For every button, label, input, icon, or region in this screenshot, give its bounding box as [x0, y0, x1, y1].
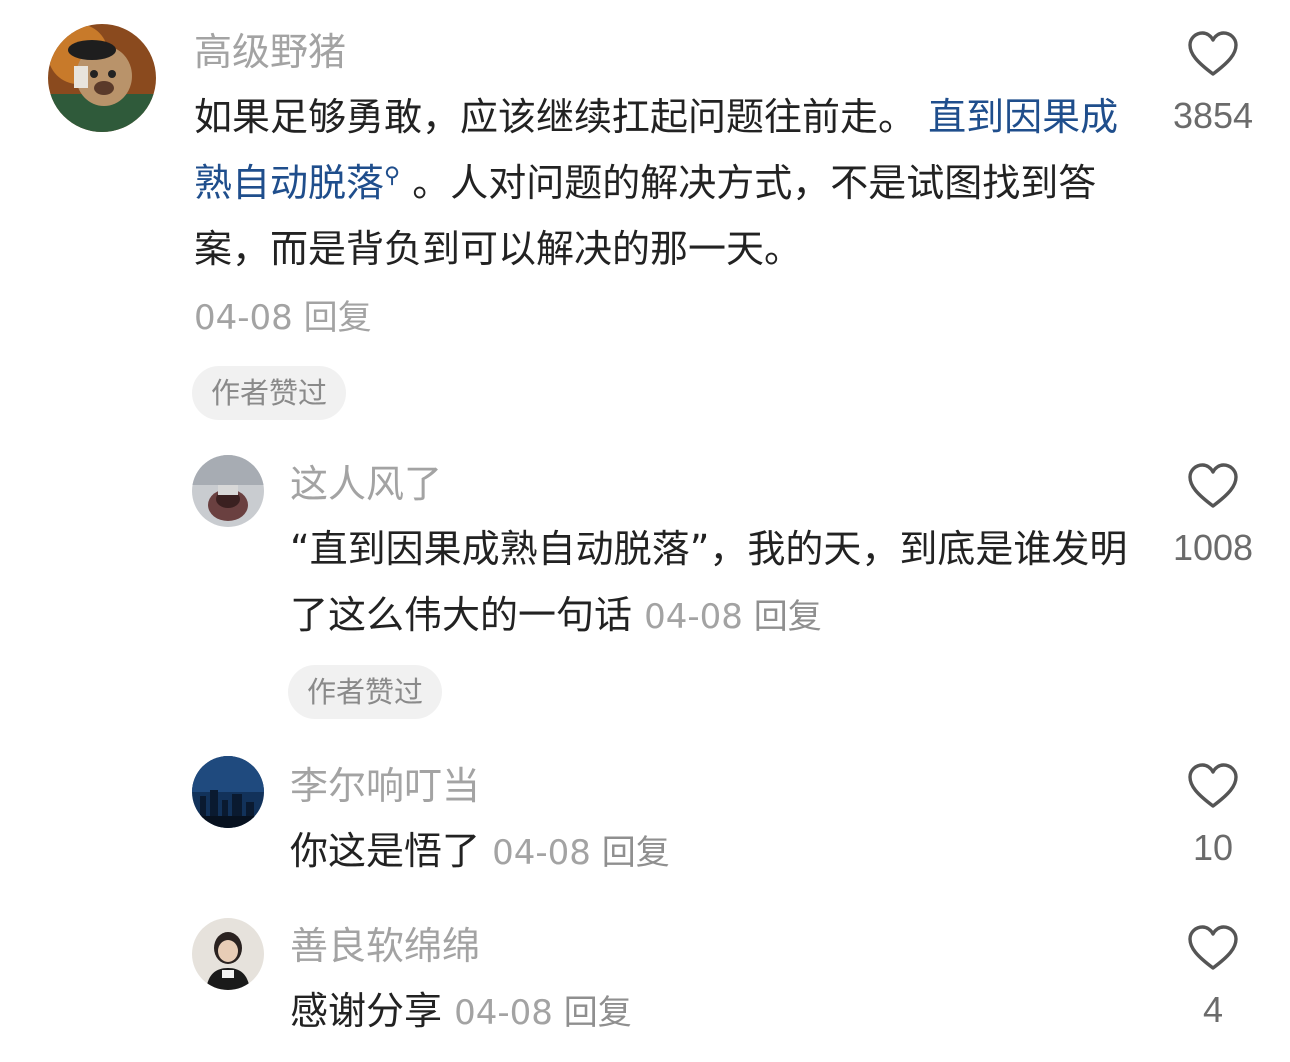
comment-text: 如果足够勇敢，应该继续扛起问题往前走。 直到因果成熟自动脱落⚲ 。人对问题的解决… — [194, 95, 1119, 271]
comment-text: “直到因果成熟自动脱落”，我的天，到底是谁发明了这么伟大的一句话 04-08 回… — [290, 527, 1128, 637]
like-control[interactable]: 4 — [1158, 924, 1268, 1030]
heart-outline-icon[interactable] — [1187, 924, 1239, 972]
heart-outline-icon[interactable] — [1187, 762, 1239, 810]
avatar[interactable] — [192, 756, 264, 828]
like-count: 3854 — [1172, 95, 1254, 136]
like-count: 10 — [1192, 827, 1234, 868]
comment-username[interactable]: 高级野猪 — [194, 30, 346, 74]
heart-outline-icon[interactable] — [1187, 30, 1239, 78]
comment-meta: 04-08 回复 — [194, 298, 372, 338]
comment-date: 04-08 — [194, 298, 293, 338]
comment-list: 高级野猪 如果足够勇敢，应该继续扛起问题往前走。 直到因果成熟自动脱落⚲ 。人对… — [0, 0, 1290, 1062]
reply-button[interactable]: 回复 — [754, 597, 822, 637]
comment-date: 04-08 — [644, 597, 743, 637]
search-icon: ⚲ — [384, 163, 401, 189]
comment-date: 04-08 — [454, 993, 553, 1033]
like-control[interactable]: 10 — [1158, 762, 1268, 868]
comment-text: 感谢分享 04-08 回复 — [290, 989, 632, 1033]
reply-button[interactable]: 回复 — [602, 833, 670, 873]
author-liked-badge: 作者赞过 — [192, 366, 347, 420]
reply-button[interactable]: 回复 — [304, 298, 372, 338]
avatar[interactable] — [48, 24, 156, 132]
avatar[interactable] — [192, 455, 264, 527]
reply-button[interactable]: 回复 — [564, 993, 632, 1033]
like-count: 1008 — [1172, 527, 1254, 568]
like-control[interactable]: 1008 — [1158, 462, 1268, 568]
comment-username[interactable]: 善良软绵绵 — [290, 924, 480, 968]
comment-date: 04-08 — [492, 833, 591, 873]
heart-outline-icon[interactable] — [1187, 462, 1239, 510]
like-control[interactable]: 3854 — [1158, 30, 1268, 136]
like-count: 4 — [1202, 989, 1224, 1030]
author-liked-badge: 作者赞过 — [288, 665, 443, 719]
comment-username[interactable]: 这人风了 — [290, 462, 442, 506]
avatar[interactable] — [192, 918, 264, 990]
comment-username[interactable]: 李尔响叮当 — [290, 764, 480, 808]
comment-text: 你这是悟了 04-08 回复 — [290, 829, 670, 873]
